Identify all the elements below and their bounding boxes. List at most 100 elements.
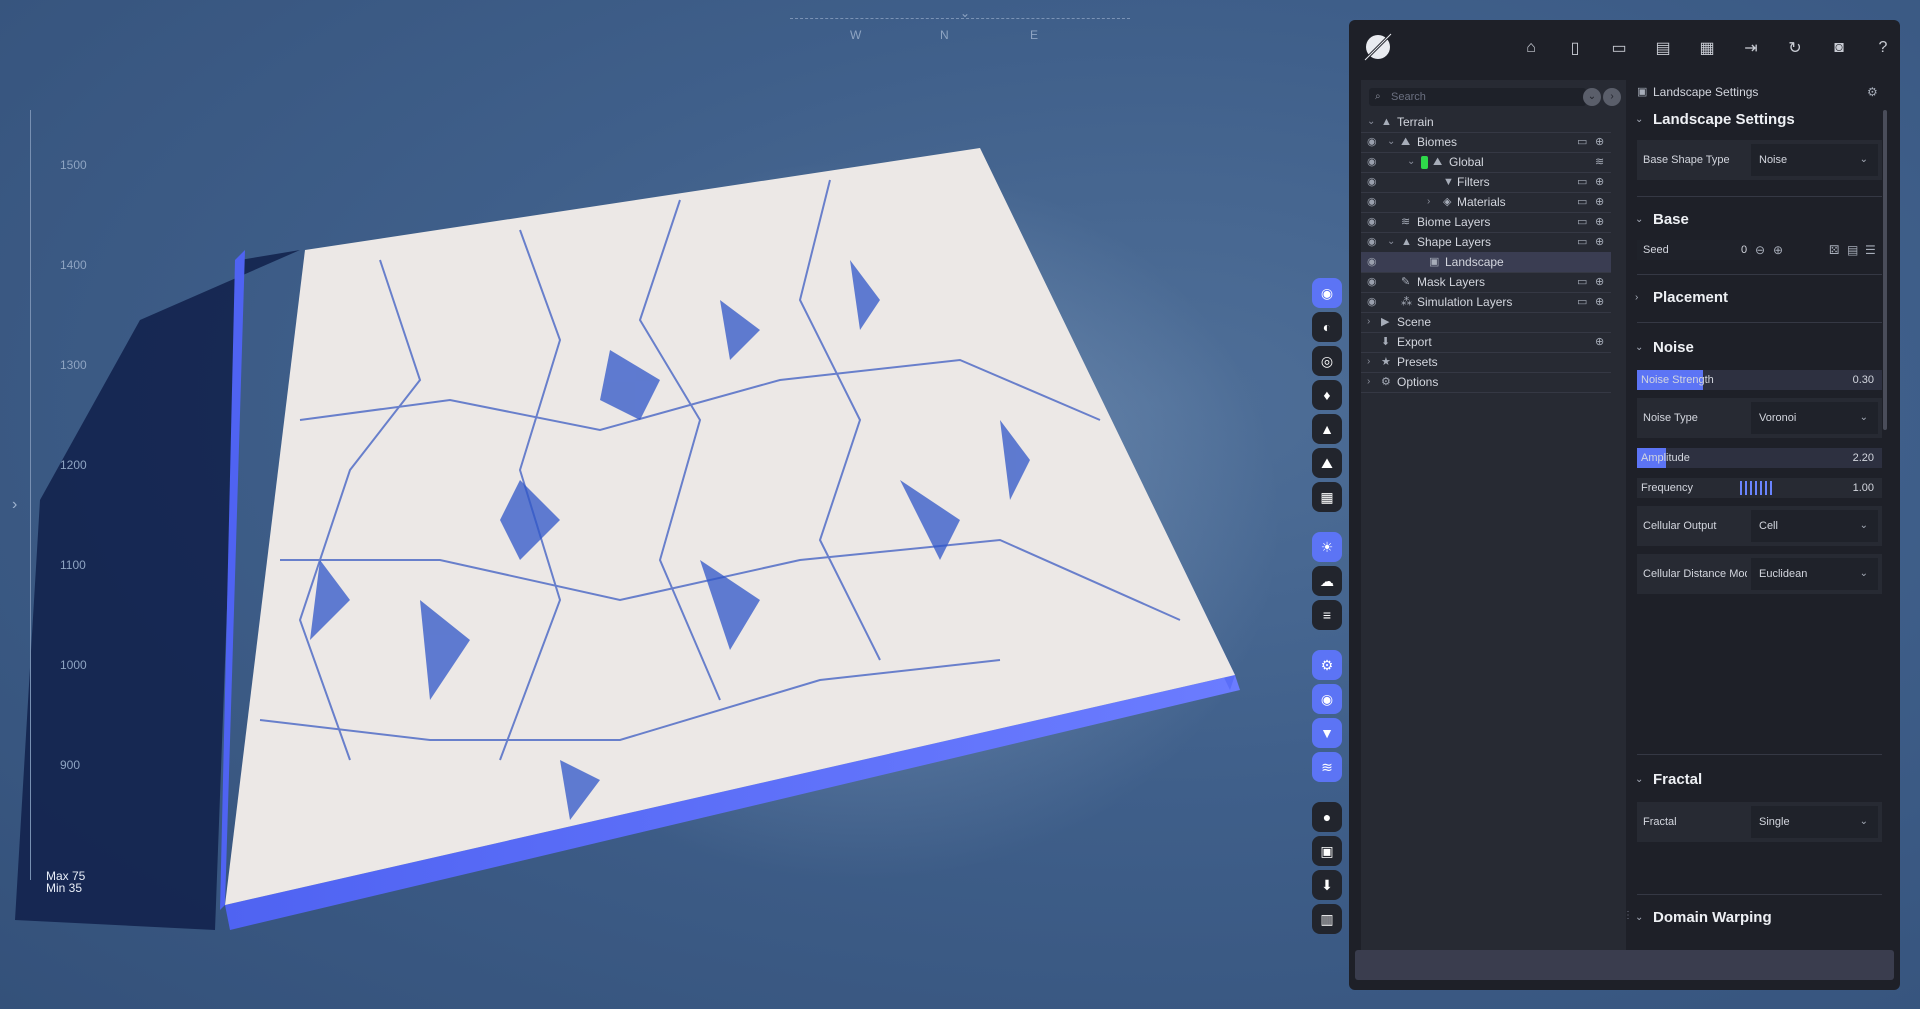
add-icon[interactable]: ⊕	[1595, 272, 1604, 292]
record-icon[interactable]: ●	[1312, 802, 1342, 832]
add-icon[interactable]: ⊕	[1595, 212, 1604, 232]
tree-item-simulation-layers[interactable]: ◉ ⁂ Simulation Layers ▭ ⊕	[1361, 292, 1611, 313]
mountain-icon[interactable]: ▲	[1312, 414, 1342, 444]
eye-icon[interactable]: ◉	[1367, 192, 1377, 212]
tree-item-global[interactable]: ◉ ⌄ ⛰ Global ≋	[1361, 152, 1611, 173]
folder-icon[interactable]: ▭	[1577, 172, 1587, 192]
camera-icon[interactable]: ◙	[1823, 32, 1855, 64]
chevron-down-icon[interactable]: ⌄	[1387, 132, 1395, 152]
eye-icon[interactable]: ◉	[1367, 272, 1377, 292]
biome-icon[interactable]: ⛰	[1312, 448, 1342, 478]
folder-icon[interactable]: ▭	[1577, 132, 1587, 152]
chart-icon[interactable]: ▥	[1312, 904, 1342, 934]
save-icon[interactable]: ▤	[1847, 240, 1858, 260]
sphere-icon[interactable]: ◐	[1312, 312, 1342, 342]
save-as-icon[interactable]: ▦	[1691, 32, 1723, 64]
chevron-right-icon[interactable]: ›	[1367, 352, 1370, 372]
noise-type-select[interactable]: Voronoi ⌄	[1751, 402, 1878, 434]
tree-item-options[interactable]: › ⚙ Options	[1361, 372, 1611, 393]
folder-icon[interactable]: ▭	[1577, 212, 1587, 232]
frequency-handle[interactable]	[1740, 481, 1772, 495]
eye-icon[interactable]: ◉	[1367, 172, 1377, 192]
chevron-down-icon[interactable]: ⌄	[1387, 232, 1395, 252]
section-placement[interactable]: › Placement	[1631, 286, 1886, 310]
eye-icon[interactable]: ◉	[1367, 132, 1377, 152]
save-icon[interactable]: ▤	[1647, 32, 1679, 64]
folder-icon[interactable]: ▭	[1577, 292, 1587, 312]
drop-icon[interactable]: ♦	[1312, 380, 1342, 410]
chevron-right-icon[interactable]: ›	[1367, 312, 1370, 332]
expand-all-icon[interactable]: ›	[1603, 88, 1621, 106]
view-icon[interactable]: ◉	[1312, 278, 1342, 308]
section-domain-warping[interactable]: ⌄ Domain Warping	[1631, 906, 1886, 930]
grid-icon[interactable]: ▦	[1312, 482, 1342, 512]
collapse-left-icon[interactable]: ›	[12, 496, 17, 514]
cellular-output-select[interactable]: Cell ⌄	[1751, 510, 1878, 542]
export-icon[interactable]: ⇥	[1735, 32, 1767, 64]
eye-icon[interactable]: ◉	[1367, 232, 1377, 252]
dice-icon[interactable]: ⚄	[1829, 240, 1839, 260]
chevron-down-icon[interactable]: ⌄	[1407, 152, 1415, 172]
base-shape-type-select[interactable]: Noise ⌄	[1751, 144, 1878, 176]
seed-field[interactable]: Seed 0	[1637, 240, 1751, 260]
eye-icon[interactable]: ◉	[1367, 212, 1377, 232]
target-icon[interactable]: ◎	[1312, 346, 1342, 376]
chevron-down-icon[interactable]: ⌄	[1367, 112, 1375, 132]
chevron-right-icon[interactable]: ›	[1367, 372, 1370, 392]
collapse-all-icon[interactable]: ⌄	[1583, 88, 1601, 106]
add-icon[interactable]: ⊕	[1595, 292, 1604, 312]
fractal-select[interactable]: Single ⌄	[1751, 806, 1878, 838]
sun-icon[interactable]: ☀	[1312, 532, 1342, 562]
fog-icon[interactable]: ≡	[1312, 600, 1342, 630]
add-icon[interactable]: ⊕	[1595, 172, 1604, 192]
cloud-icon[interactable]: ☁	[1312, 566, 1342, 596]
eye-icon[interactable]: ◉	[1312, 684, 1342, 714]
tree-item-mask-layers[interactable]: ◉ ✎ Mask Layers ▭ ⊕	[1361, 272, 1611, 293]
amplitude-slider[interactable]: Amplitude 2.20	[1637, 448, 1882, 468]
add-icon[interactable]: ⊕	[1595, 332, 1604, 352]
section-landscape-settings[interactable]: ⌄ Landscape Settings	[1631, 108, 1886, 132]
add-icon[interactable]: ⊕	[1595, 232, 1604, 252]
plus-icon[interactable]: ⊕	[1773, 240, 1783, 260]
folder-icon[interactable]: ▭	[1577, 272, 1587, 292]
image-icon[interactable]: ▣	[1312, 836, 1342, 866]
settings-icon[interactable]: ⚙	[1867, 80, 1878, 104]
open-folder-icon[interactable]: ▭	[1603, 32, 1635, 64]
search-input[interactable]: ⌕ Search	[1369, 88, 1586, 106]
chevron-right-icon[interactable]: ›	[1427, 192, 1430, 212]
tree-item-terrain[interactable]: ⌄ ▲ Terrain	[1361, 112, 1611, 133]
tree-item-biomes[interactable]: ◉ ⌄ ⛰ Biomes ▭ ⊕	[1361, 132, 1611, 153]
layers-icon[interactable]: ≋	[1595, 152, 1604, 172]
noise-strength-slider[interactable]: Noise Strength 0.30	[1637, 370, 1882, 390]
settings-icon[interactable]: ⚙	[1312, 650, 1342, 680]
add-icon[interactable]: ⊕	[1595, 132, 1604, 152]
tree-item-landscape[interactable]: ◉ ▣ Landscape	[1361, 252, 1611, 273]
section-base[interactable]: ⌄ Base	[1631, 208, 1886, 232]
filter-icon[interactable]: ▼	[1312, 718, 1342, 748]
cellular-distance-select[interactable]: Euclidean ⌄	[1751, 558, 1878, 590]
tree-item-scene[interactable]: › ▶ Scene	[1361, 312, 1611, 333]
add-icon[interactable]: ⊕	[1595, 192, 1604, 212]
tree-item-shape-layers[interactable]: ◉ ⌄ ▲ Shape Layers ▭ ⊕	[1361, 232, 1611, 253]
new-file-icon[interactable]: ▯	[1559, 32, 1591, 64]
terrain-render[interactable]	[0, 0, 1310, 1009]
download-icon[interactable]: ⬇	[1312, 870, 1342, 900]
tree-item-materials[interactable]: ◉ › ◈ Materials ▭ ⊕	[1361, 192, 1611, 213]
help-icon[interactable]: ?	[1867, 32, 1899, 64]
section-noise[interactable]: ⌄ Noise	[1631, 336, 1886, 360]
minus-icon[interactable]: ⊖	[1755, 240, 1765, 260]
frequency-slider[interactable]: Frequency 1.00	[1637, 478, 1882, 498]
home-icon[interactable]: ⌂	[1515, 32, 1547, 64]
tree-item-filters[interactable]: ◉ ▼ Filters ▭ ⊕	[1361, 172, 1611, 193]
folder-icon[interactable]: ▭	[1577, 192, 1587, 212]
eye-icon[interactable]: ◉	[1367, 292, 1377, 312]
scrollbar[interactable]	[1883, 110, 1887, 430]
section-fractal[interactable]: ⌄ Fractal	[1631, 768, 1886, 792]
sync-icon[interactable]: ↻	[1779, 32, 1811, 64]
eye-icon[interactable]: ◉	[1367, 152, 1377, 172]
layers-icon[interactable]: ≋	[1312, 752, 1342, 782]
eye-icon[interactable]: ◉	[1367, 252, 1377, 272]
folder-icon[interactable]: ▭	[1577, 232, 1587, 252]
tree-item-export[interactable]: ⬇ Export ⊕	[1361, 332, 1611, 353]
tree-item-presets[interactable]: › ★ Presets	[1361, 352, 1611, 373]
